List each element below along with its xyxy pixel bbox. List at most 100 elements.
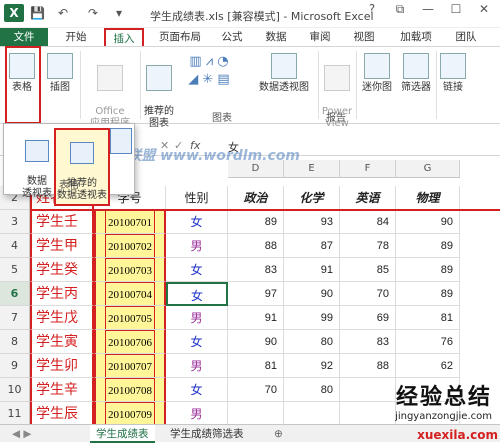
cell-sid[interactable]: 20100702 bbox=[94, 234, 166, 258]
office-apps-button[interactable]: Office 应用程序 bbox=[84, 53, 136, 130]
cell-gender[interactable]: 男 bbox=[166, 402, 228, 424]
cell-politics[interactable]: 83 bbox=[228, 258, 284, 282]
save-icon[interactable]: 💾 bbox=[30, 6, 45, 20]
cell-politics[interactable]: 97 bbox=[228, 282, 284, 306]
cell-chemistry[interactable]: 92 bbox=[284, 354, 340, 378]
cell-sid[interactable]: 20100707 bbox=[94, 354, 166, 378]
cell-name[interactable]: 学生辰 bbox=[30, 402, 94, 424]
cell-politics[interactable]: 90 bbox=[228, 330, 284, 354]
cell-english[interactable]: 69 bbox=[340, 306, 396, 330]
cell-physics[interactable]: 物理 bbox=[396, 186, 460, 210]
tab-insert[interactable]: 插入 bbox=[104, 28, 144, 47]
cell-gender[interactable]: 女 bbox=[166, 210, 228, 234]
cell-gender[interactable]: 女 bbox=[166, 330, 228, 354]
row-header[interactable]: 3 bbox=[0, 210, 30, 234]
cell-sid[interactable]: 20100703 bbox=[94, 258, 166, 282]
cell-english[interactable]: 84 bbox=[340, 210, 396, 234]
cell-chemistry[interactable]: 93 bbox=[284, 210, 340, 234]
cell-name[interactable]: 学生丙 bbox=[30, 282, 94, 306]
cell-english[interactable]: 83 bbox=[340, 330, 396, 354]
tab-home[interactable]: 开始 bbox=[56, 28, 96, 46]
cell-gender[interactable]: 性别 bbox=[166, 186, 228, 210]
slicer-button[interactable]: 筛选器 bbox=[398, 53, 434, 94]
cell-physics[interactable]: 89 bbox=[396, 234, 460, 258]
tab-addins[interactable]: 加载项 bbox=[392, 28, 440, 46]
minimize-button[interactable]: — bbox=[416, 2, 440, 17]
illustrations-button[interactable]: 插图 bbox=[44, 53, 76, 94]
cell-politics[interactable]: 89 bbox=[228, 210, 284, 234]
redo-icon[interactable]: ↷ bbox=[88, 6, 98, 20]
tab-page-layout[interactable]: 页面布局 bbox=[150, 28, 210, 46]
cell-name[interactable]: 学生癸 bbox=[30, 258, 94, 282]
tab-file[interactable]: 文件 bbox=[0, 28, 48, 46]
recommended-charts-button[interactable]: 推荐的 图表 bbox=[142, 53, 176, 130]
cell-gender[interactable]: 女 bbox=[166, 378, 228, 402]
pivot-chart-button[interactable]: 数据透视图 bbox=[246, 53, 322, 94]
cell-chemistry[interactable]: 80 bbox=[284, 378, 340, 402]
cell-physics[interactable]: 62 bbox=[396, 354, 460, 378]
cell-sid[interactable]: 20100701 bbox=[94, 210, 166, 234]
cell-politics[interactable]: 政治 bbox=[228, 186, 284, 210]
cell-politics[interactable]: 81 bbox=[228, 354, 284, 378]
cell-english[interactable] bbox=[340, 402, 396, 424]
cell-physics[interactable]: 89 bbox=[396, 282, 460, 306]
row-header[interactable]: 9 bbox=[0, 354, 30, 378]
maximize-button[interactable]: ☐ bbox=[444, 2, 468, 17]
cell-english[interactable]: 78 bbox=[340, 234, 396, 258]
tab-review[interactable]: 审阅 bbox=[302, 28, 338, 46]
cell-english[interactable]: 85 bbox=[340, 258, 396, 282]
cell-gender[interactable]: 男 bbox=[166, 234, 228, 258]
sheet-tab-filtered[interactable]: 学生成绩筛选表 bbox=[164, 425, 250, 443]
cell-name[interactable]: 学生戊 bbox=[30, 306, 94, 330]
cell-name[interactable]: 学生寅 bbox=[30, 330, 94, 354]
help-button[interactable]: ? bbox=[360, 2, 384, 17]
cell-sid[interactable]: 20100708 bbox=[94, 378, 166, 402]
ribbon-display-button[interactable]: ⧉ bbox=[388, 2, 412, 17]
cell-gender[interactable]: 女 bbox=[166, 282, 228, 306]
cell-politics[interactable]: 70 bbox=[228, 378, 284, 402]
cell-gender[interactable]: 女 bbox=[166, 258, 228, 282]
row-header[interactable]: 5 bbox=[0, 258, 30, 282]
cell-sid[interactable]: 20100704 bbox=[94, 282, 166, 306]
cell-english[interactable]: 70 bbox=[340, 282, 396, 306]
tab-view[interactable]: 视图 bbox=[346, 28, 382, 46]
customize-quick-access-icon[interactable]: ▾ bbox=[116, 6, 122, 20]
cell-physics[interactable]: 90 bbox=[396, 210, 460, 234]
cell-chemistry[interactable]: 87 bbox=[284, 234, 340, 258]
cell-gender[interactable]: 男 bbox=[166, 354, 228, 378]
column-header[interactable]: G bbox=[396, 160, 460, 178]
cell-gender[interactable]: 男 bbox=[166, 306, 228, 330]
row-header[interactable]: 11 bbox=[0, 402, 30, 424]
row-header[interactable]: 8 bbox=[0, 330, 30, 354]
link-button[interactable]: 链接 bbox=[440, 53, 466, 94]
row-header[interactable]: 6 bbox=[0, 282, 30, 306]
tab-data[interactable]: 数据 bbox=[258, 28, 294, 46]
cell-chemistry[interactable]: 化学 bbox=[284, 186, 340, 210]
cell-sid[interactable]: 20100705 bbox=[94, 306, 166, 330]
cell-name[interactable]: 学生壬 bbox=[30, 210, 94, 234]
cell-physics[interactable]: 89 bbox=[396, 258, 460, 282]
sparklines-button[interactable]: 迷你图 bbox=[360, 53, 394, 94]
cell-chemistry[interactable]: 91 bbox=[284, 258, 340, 282]
tab-formulas[interactable]: 公式 bbox=[214, 28, 250, 46]
add-sheet-icon[interactable]: ⊕ bbox=[268, 425, 289, 443]
cell-physics[interactable]: 81 bbox=[396, 306, 460, 330]
sheet-tab-scores[interactable]: 学生成绩表 bbox=[90, 425, 155, 443]
cell-english[interactable]: 88 bbox=[340, 354, 396, 378]
cell-chemistry[interactable]: 99 bbox=[284, 306, 340, 330]
tab-team[interactable]: 团队 bbox=[448, 28, 484, 46]
chart-types-gallery[interactable]: ▥ ⩘ ◔ ◢ ✳ ▤ bbox=[178, 53, 240, 89]
row-header[interactable]: 7 bbox=[0, 306, 30, 330]
close-button[interactable]: ✕ bbox=[472, 2, 496, 17]
prev-sheet-icon[interactable]: ◀ ▶ bbox=[6, 425, 38, 443]
cell-sid[interactable]: 20100706 bbox=[94, 330, 166, 354]
cell-english[interactable]: 英语 bbox=[340, 186, 396, 210]
recommended-pivot-button[interactable]: 推荐的 数据透视表 bbox=[54, 128, 110, 206]
cell-chemistry[interactable] bbox=[284, 402, 340, 424]
undo-icon[interactable]: ↶ bbox=[58, 6, 68, 20]
cell-english[interactable] bbox=[340, 378, 396, 402]
cell-politics[interactable]: 91 bbox=[228, 306, 284, 330]
cell-name[interactable]: 学生辛 bbox=[30, 378, 94, 402]
row-header[interactable]: 10 bbox=[0, 378, 30, 402]
table-icon[interactable] bbox=[110, 128, 132, 154]
